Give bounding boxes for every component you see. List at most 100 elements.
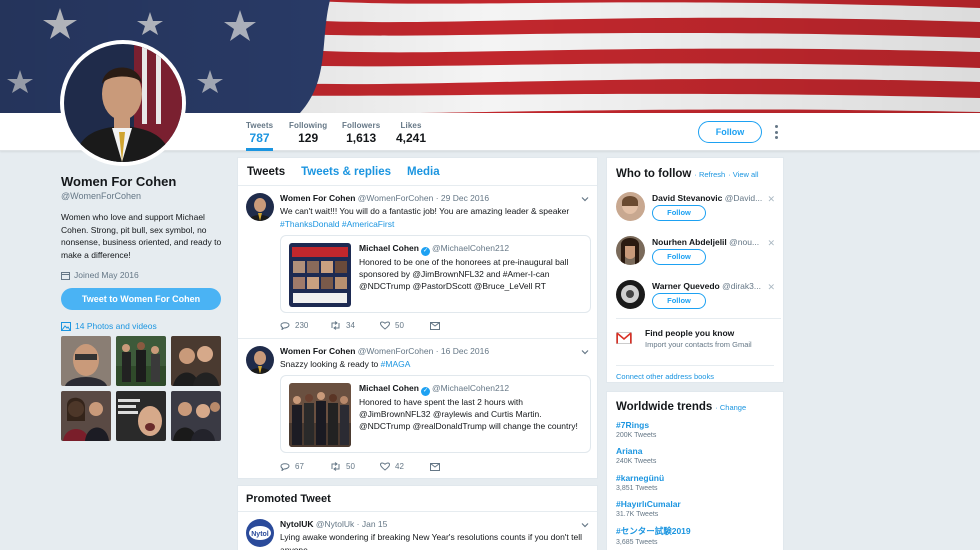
trends-header: Worldwide trends · Change — [616, 401, 746, 413]
find-people[interactable]: Find people you know Import your contact… — [616, 318, 781, 349]
reply-count: 67 — [295, 462, 304, 471]
reply-icon — [280, 322, 290, 330]
follow-suggestion-button[interactable]: Follow — [652, 293, 706, 309]
tab-media[interactable]: Media — [407, 166, 440, 178]
close-icon[interactable]: ✕ — [767, 194, 775, 205]
tab-tweets[interactable]: Tweets — [247, 166, 285, 178]
tweet-header: NytolUK @NytolUk · Jan 15 — [280, 519, 387, 529]
photo-thumbnail[interactable] — [171, 391, 221, 441]
photo-grid — [61, 336, 221, 441]
promoted-text: Lying awake wondering if breaking New Ye… — [280, 532, 583, 550]
chevron-down-icon[interactable] — [581, 521, 589, 529]
follow-suggestion-button[interactable]: Follow — [652, 249, 706, 265]
suggested-user-display: Warner Quevedo — [652, 281, 720, 291]
quoted-tweet-image — [289, 383, 351, 447]
photo-thumbnail[interactable] — [116, 391, 166, 441]
reply-action[interactable]: 67 — [280, 462, 330, 471]
suggested-user-name[interactable]: David Stevanovic @David... — [652, 193, 764, 203]
profile-name[interactable]: Women For Cohen — [61, 174, 226, 189]
tweet-hashtags[interactable]: #ThanksDonald #AmericaFirst — [280, 219, 394, 229]
stat-followers-label: Followers — [342, 121, 381, 130]
tweet[interactable]: Women For Cohen @WomenForCohen · 16 Dec … — [238, 339, 597, 480]
follow-suggestion-button[interactable]: Follow — [652, 205, 706, 221]
suggested-user-name[interactable]: Nourhen Abdeljelil @nou... — [652, 237, 764, 247]
more-options-icon[interactable] — [773, 125, 779, 139]
promoted-author-name[interactable]: NytolUK — [280, 519, 314, 529]
like-action[interactable]: 50 — [380, 321, 430, 330]
message-action[interactable] — [430, 321, 480, 330]
photos-videos-label: 14 Photos and videos — [75, 321, 157, 331]
tweet-to-button[interactable]: Tweet to Women For Cohen — [61, 288, 221, 310]
tab-tweets-replies[interactable]: Tweets & replies — [301, 166, 391, 178]
profile-avatar[interactable] — [60, 40, 186, 166]
trend-item[interactable]: Ariana 240K Tweets — [616, 446, 656, 465]
follow-button[interactable]: Follow — [698, 121, 762, 143]
connect-address-books-link[interactable]: Connect other address books — [616, 365, 774, 381]
quoted-tweet-text: Honored to be one of the honorees at pre… — [359, 257, 569, 291]
trend-name: #7Rings — [616, 420, 650, 430]
find-people-title: Find people you know — [645, 328, 735, 338]
tweet[interactable]: Women For Cohen @WomenForCohen · 29 Dec … — [238, 186, 597, 339]
message-action[interactable] — [430, 462, 480, 471]
stat-following[interactable]: Following 129 — [289, 121, 327, 145]
trend-count: 200K Tweets — [616, 432, 657, 439]
quoted-author-name[interactable]: Michael Cohen — [359, 383, 419, 393]
retweet-icon — [331, 321, 340, 330]
photo-thumbnail[interactable] — [61, 391, 111, 441]
trend-name: Ariana — [616, 446, 643, 456]
find-people-subtitle: Import your contacts from Gmail — [645, 340, 752, 349]
trend-item[interactable]: #HayırlıCumalar 31.7K Tweets — [616, 499, 681, 518]
trend-item[interactable]: #7Rings 200K Tweets — [616, 420, 656, 439]
promoted-avatar[interactable]: Nytol — [246, 519, 274, 547]
heart-icon — [380, 462, 390, 471]
stat-tweets-value: 787 — [249, 131, 270, 145]
refresh-link[interactable]: · Refresh — [694, 170, 725, 179]
profile-handle[interactable]: @WomenForCohen — [61, 191, 226, 201]
trend-item[interactable]: #センター試験2019 3,685 Tweets — [616, 525, 691, 546]
avatar[interactable] — [616, 236, 645, 265]
quoted-tweet[interactable]: Michael Cohen ✓ @MichaelCohen212 Honored t… — [280, 235, 591, 313]
tweet-header: Women For Cohen @WomenForCohen · 16 Dec … — [280, 346, 489, 356]
suggested-user: David Stevanovic @David... Follow ✕ — [616, 192, 781, 232]
photo-thumbnail[interactable] — [61, 336, 111, 386]
promoted-tweet-card: Promoted Tweet Nytol NytolUK @NytolUk · … — [237, 485, 598, 550]
retweet-action[interactable]: 34 — [330, 321, 380, 330]
close-icon[interactable]: ✕ — [767, 238, 775, 249]
close-icon[interactable]: ✕ — [767, 282, 775, 293]
chevron-down-icon[interactable] — [581, 195, 589, 203]
trend-item[interactable]: #karnegünü 3,851 Tweets — [616, 473, 664, 492]
quoted-author-name[interactable]: Michael Cohen — [359, 243, 419, 253]
tweet-text-body: Snazzy looking & ready to — [280, 359, 381, 369]
stat-followers[interactable]: Followers 1,613 — [342, 121, 380, 145]
tweet-author-name[interactable]: Women For Cohen — [280, 346, 355, 356]
avatar[interactable] — [616, 280, 645, 309]
suggested-user-name[interactable]: Warner Quevedo @dirak3... — [652, 281, 764, 291]
like-action[interactable]: 42 — [380, 462, 430, 471]
chevron-down-icon[interactable] — [581, 348, 589, 356]
envelope-icon — [430, 462, 440, 471]
tweet-text-body: We can't wait!!! You will do a fantastic… — [280, 206, 570, 216]
retweet-action[interactable]: 50 — [330, 462, 380, 471]
suggested-user-display: Nourhen Abdeljelil — [652, 237, 727, 247]
timeline-tabs: Tweets Tweets & replies Media — [238, 158, 597, 186]
suggested-user-handle: @nou... — [729, 237, 760, 247]
change-trends-link[interactable]: · Change — [715, 403, 746, 412]
tweet-hashtags[interactable]: #MAGA — [381, 359, 411, 369]
avatar[interactable] — [616, 192, 645, 221]
verified-icon: ✓ — [420, 387, 430, 396]
stat-likes[interactable]: Likes 4,241 — [396, 121, 426, 145]
tweet-avatar[interactable] — [246, 346, 274, 374]
stat-tweets[interactable]: Tweets 787 — [246, 121, 274, 151]
quoted-tweet[interactable]: Michael Cohen ✓ @MichaelCohen212 Honored t… — [280, 375, 591, 453]
trend-count: 3,851 Tweets — [616, 485, 658, 492]
photo-thumbnail[interactable] — [171, 336, 221, 386]
tweet-author-name[interactable]: Women For Cohen — [280, 193, 355, 203]
tweet-meta: @WomenForCohen · 29 Dec 2016 — [357, 193, 490, 203]
reply-action[interactable]: 230 — [280, 321, 330, 330]
trend-name: #karnegünü — [616, 473, 665, 483]
tweet-avatar[interactable] — [246, 193, 274, 221]
like-count: 50 — [395, 321, 404, 330]
photos-videos-link[interactable]: 14 Photos and videos — [61, 321, 157, 331]
photo-thumbnail[interactable] — [116, 336, 166, 386]
view-all-link[interactable]: · View all — [728, 170, 758, 179]
